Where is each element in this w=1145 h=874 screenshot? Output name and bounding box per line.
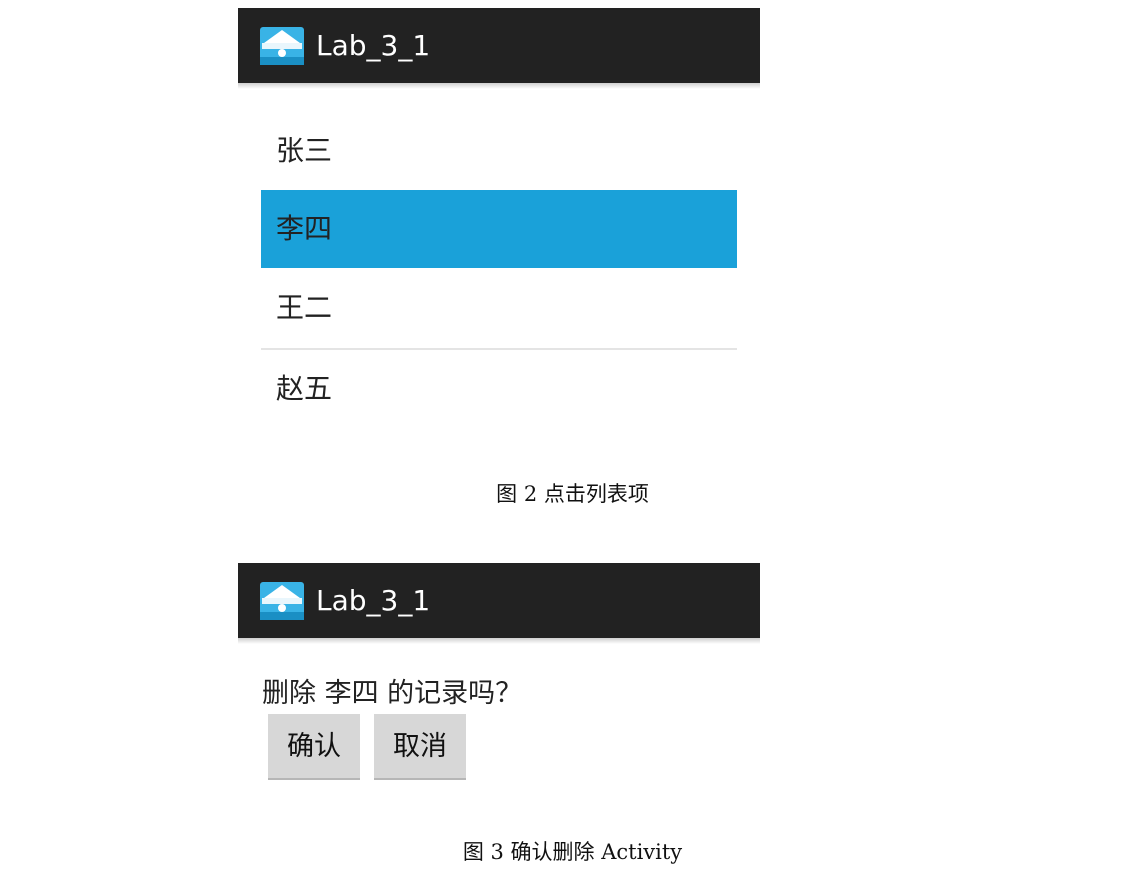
app-title: Lab_3_1 [316, 29, 431, 62]
confirm-button[interactable]: 确认 [268, 714, 360, 780]
action-bar-shadow [238, 638, 760, 644]
list-item[interactable]: 王二 [261, 268, 737, 350]
contact-list: 张三 李四 王二 赵五 [261, 112, 737, 428]
delete-question: 删除 李四 的记录吗？ [262, 678, 523, 709]
app-title: Lab_3_1 [316, 584, 431, 617]
list-item-selected[interactable]: 李四 [261, 190, 737, 268]
cancel-button[interactable]: 取消 [374, 714, 466, 780]
action-bar: Lab_3_1 [238, 563, 760, 638]
action-bar: Lab_3_1 [238, 8, 760, 83]
action-bar-shadow [238, 83, 760, 89]
list-item[interactable]: 赵五 [261, 350, 737, 428]
inbox-tray-icon [260, 27, 304, 65]
list-screen: Lab_3_1 张三 李四 王二 赵五 [238, 8, 760, 440]
confirm-screen: Lab_3_1 删除 李四 的记录吗？ 确认 取消 [238, 563, 760, 785]
inbox-tray-icon [260, 582, 304, 620]
figure-caption: 图 3 确认删除 Activity [462, 840, 683, 864]
list-item[interactable]: 张三 [261, 112, 737, 190]
figure-caption: 图 2 点击列表项 [496, 482, 649, 506]
